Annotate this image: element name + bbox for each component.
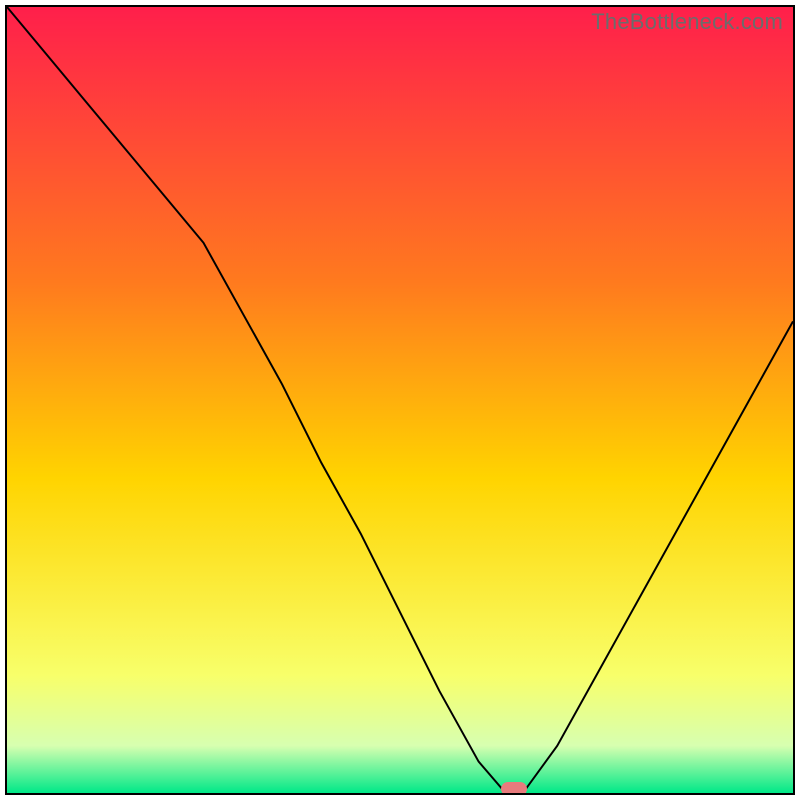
gradient-background (7, 7, 793, 793)
optimum-marker (501, 782, 527, 795)
watermark-text: TheBottleneck.com (591, 9, 783, 35)
bottleneck-chart: TheBottleneck.com (5, 5, 795, 795)
